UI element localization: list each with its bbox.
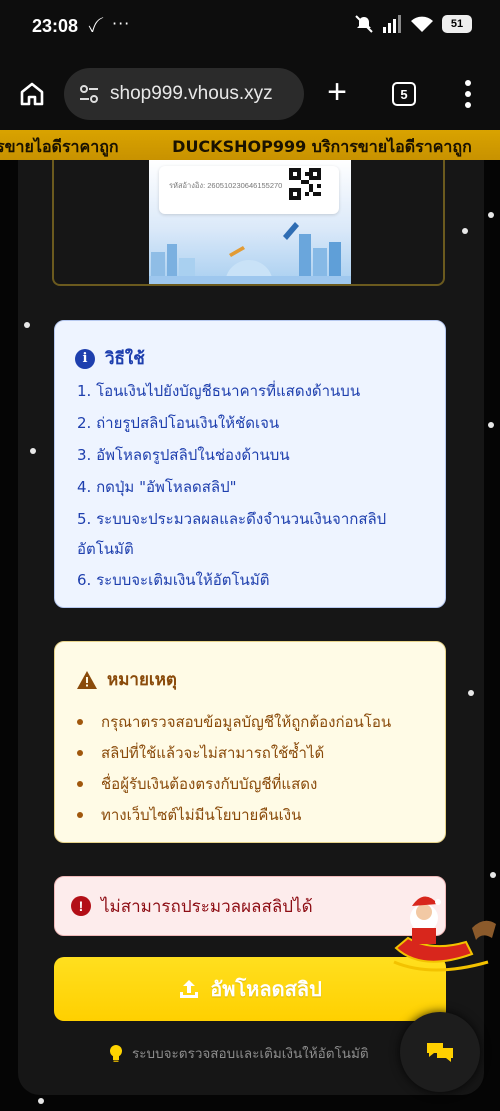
- error-alert: ! ไม่สามารถประมวลผลสลิปได้: [54, 876, 446, 936]
- note-item: ชื่อผู้รับเงินต้องตรงกับบัญชีที่แสดง: [77, 768, 437, 799]
- qr-code-icon: [289, 168, 321, 200]
- home-icon[interactable]: [18, 80, 46, 108]
- instruction-step: 5. ระบบจะประมวลผลและดึงจำนวนเงินจากสลิปอ…: [77, 510, 387, 558]
- city-skyline-illustration: [149, 222, 351, 284]
- new-tab-button[interactable]: +: [322, 75, 352, 109]
- bullet-icon: [77, 749, 83, 756]
- lightbulb-icon: [110, 1045, 122, 1062]
- instructions-title: วิธีใช้: [105, 349, 145, 369]
- instructions-panel: i วิธีใช้ 1. โอนเงินไปยังบัญชีธนาคารที่แ…: [54, 320, 446, 608]
- status-icons: 51: [354, 14, 472, 34]
- snowflake: [488, 422, 494, 428]
- wifi-icon: [411, 16, 433, 32]
- snowflake: [24, 322, 30, 328]
- snowflake: [462, 228, 468, 234]
- upload-slip-label: อัพโหลดสลิป: [210, 979, 322, 1001]
- santa-sleigh-icon: [393, 896, 496, 972]
- chat-button[interactable]: [400, 1012, 480, 1092]
- slip-preview-image: รหัสอ้างอิง: 260510230646155270: [149, 160, 351, 284]
- chat-bubbles-icon: [427, 1043, 453, 1062]
- browser-menu-button[interactable]: [458, 80, 478, 108]
- snowflake: [30, 448, 36, 454]
- snowflake: [490, 872, 496, 878]
- slip-reference: รหัสอ้างอิง: 260510230646155270: [169, 181, 283, 190]
- slip-preview-frame: รหัสอ้างอิง: 260510230646155270: [52, 160, 445, 286]
- mute-icon: [355, 15, 373, 33]
- carrier-icon: ꪜ: [88, 21, 97, 35]
- note-item: สลิปที่ใช้แล้วจะไม่สามารถใช้ซ้ำได้: [77, 737, 437, 768]
- announcement-marquee: รขายไอดีราคาถูก DUCKSHOP999 บริการขายไอด…: [0, 130, 500, 160]
- instruction-step: 2. ถ่ายรูปสลิปโอนเงินให้ชัดเจน: [77, 414, 280, 432]
- tab-switcher-button[interactable]: 5: [392, 82, 416, 106]
- status-bar: 23:08 ꪜ ··· 51: [0, 0, 500, 58]
- upload-slip-button[interactable]: อัพโหลดสลิป: [54, 957, 446, 1021]
- signal-icon: [383, 15, 401, 33]
- instructions-list: 1. โอนเงินไปยังบัญชีธนาคารที่แสดงด้านบน …: [77, 381, 437, 602]
- notes-panel: หมายเหตุ กรุณาตรวจสอบข้อมูลบัญชีให้ถูกต้…: [54, 641, 446, 843]
- snowflake: [488, 212, 494, 218]
- status-time: 23:08: [32, 16, 79, 36]
- note-text: สลิปที่ใช้แล้วจะไม่สามารถใช้ซ้ำได้: [101, 743, 325, 762]
- marquee-segment: รขายไอดีราคาถูก: [0, 137, 119, 156]
- error-icon: !: [71, 896, 91, 916]
- url-text: shop999.vhous.xyz: [110, 83, 273, 104]
- note-item: ทางเว็บไซต์ไม่มีนโยบายคืนเงิน: [77, 799, 437, 830]
- warning-icon: [77, 670, 97, 689]
- site-settings-icon[interactable]: [78, 83, 100, 105]
- instruction-step: 3. อัพโหลดรูปสลิปในช่องด้านบน: [77, 446, 290, 464]
- note-text: กรุณาตรวจสอบข้อมูลบัญชีให้ถูกต้องก่อนโอน: [101, 712, 392, 731]
- bullet-icon: [77, 718, 83, 725]
- address-bar[interactable]: shop999.vhous.xyz: [64, 68, 304, 120]
- note-item: กรุณาตรวจสอบข้อมูลบัญชีให้ถูกต้องก่อนโอน: [77, 706, 437, 737]
- bullet-icon: [77, 811, 83, 818]
- snowflake: [38, 1098, 44, 1104]
- instruction-step: 6. ระบบจะเติมเงินให้อัตโนมัติ: [77, 571, 270, 589]
- upload-icon: [180, 980, 199, 998]
- battery-icon: 51: [442, 15, 472, 33]
- note-text: ทางเว็บไซต์ไม่มีนโยบายคืนเงิน: [101, 805, 302, 824]
- bullet-icon: [77, 780, 83, 787]
- notes-title: หมายเหตุ: [107, 670, 177, 690]
- error-message: ไม่สามารถประมวลผลสลิปได้: [101, 896, 313, 917]
- instruction-step: 1. โอนเงินไปยังบัญชีธนาคารที่แสดงด้านบน: [77, 382, 361, 400]
- notes-list: กรุณาตรวจสอบข้อมูลบัญชีให้ถูกต้องก่อนโอน…: [77, 706, 437, 830]
- info-icon: i: [75, 348, 95, 369]
- browser-toolbar: shop999.vhous.xyz + 5: [0, 58, 500, 130]
- notification-overflow-icon: ···: [112, 14, 131, 33]
- auto-topup-hint: ระบบจะตรวจสอบและเติมเงินให้อัตโนมัติ: [108, 1042, 369, 1064]
- marquee-segment: DUCKSHOP999 บริการขายไอดีราคาถูก: [172, 137, 472, 156]
- note-text: ชื่อผู้รับเงินต้องตรงกับบัญชีที่แสดง: [101, 774, 318, 793]
- snowflake: [468, 690, 474, 696]
- hint-text: ระบบจะตรวจสอบและเติมเงินให้อัตโนมัติ: [132, 1046, 369, 1062]
- instruction-step: 4. กดปุ่ม "อัพโหลดสลิป": [77, 478, 237, 496]
